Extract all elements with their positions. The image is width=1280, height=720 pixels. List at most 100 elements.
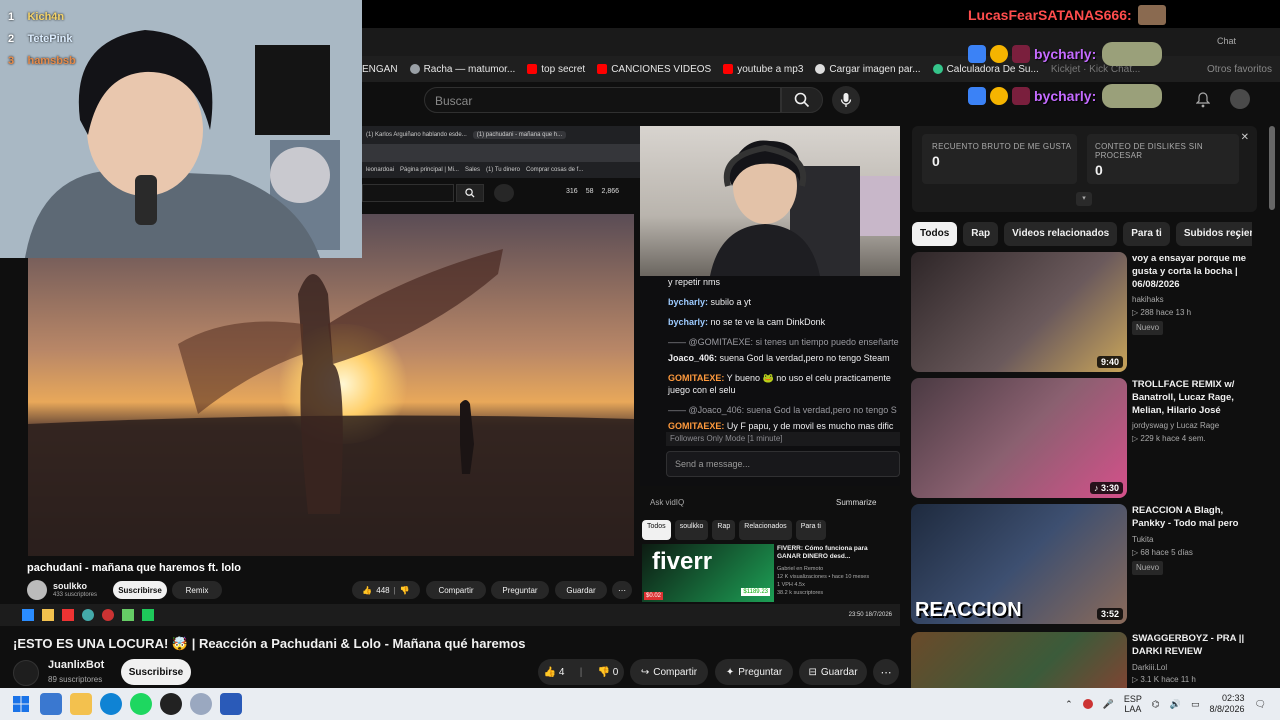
inner-chip[interactable]: Todos [642,520,671,540]
chip-for-you[interactable]: Para ti [1123,222,1170,246]
inner-bookmark[interactable]: Página principal | Mi... [400,167,459,173]
app-icon[interactable] [220,693,242,715]
bookmark-3[interactable]: CANCIONES VIDEOS [597,64,711,75]
app-icon[interactable] [62,609,74,621]
tray-app-icon[interactable] [1082,699,1093,709]
chevron-up-icon[interactable]: ⌃ [1065,699,1073,710]
windows-icon[interactable] [22,609,34,621]
volume-icon[interactable]: 🔊 [1170,699,1181,710]
spotify-icon[interactable] [130,693,152,715]
browser-icon[interactable] [190,693,212,715]
inner-bookmark[interactable]: (1) Tu dinero [486,167,520,173]
related-video[interactable]: ♪ 3:30 TROLLFACE REMIX w/ Banatroll, Luc… [911,378,1271,498]
scrollbar[interactable] [1268,126,1276,686]
related-video[interactable]: REACCION 3:52 REACCION A Blagh, Pankky -… [911,504,1271,624]
video-channel[interactable]: hakihaks [1132,294,1247,306]
chevron-down-icon[interactable]: ▾ [1076,192,1092,206]
bookmark-2[interactable]: top secret [527,64,585,75]
inner-tab-1[interactable]: (1) pachudani - mañana que h... [472,131,567,139]
inner-bookmark[interactable]: Sales [465,167,480,173]
more-actions-button[interactable]: ⋯ [873,659,899,685]
windows-start-icon[interactable] [10,693,32,715]
inner-remix-button[interactable]: Remix [172,581,222,599]
video-thumbnail[interactable] [911,632,1127,688]
obs-icon[interactable] [160,693,182,715]
inner-search-button[interactable] [456,184,484,202]
search-input[interactable]: Buscar [424,87,781,113]
bookmark-5[interactable]: Cargar imagen par... [815,64,921,75]
folder-icon[interactable] [42,609,54,621]
inner-chip[interactable]: soulkko [674,520,709,540]
save-button[interactable]: ⊟ Guardar [799,659,867,685]
ask-button[interactable]: ✦ Preguntar [715,659,793,685]
bookmark-4[interactable]: youtube a mp3 [723,64,803,75]
avatar[interactable] [1230,89,1250,109]
chip-all[interactable]: Todos [912,222,958,246]
video-title[interactable]: TROLLFACE REMIX w/ Banatroll, Lucaz Rage… [1132,378,1247,417]
clock[interactable]: 02:33 8/8/2026 [1210,693,1245,715]
bookmark-1[interactable]: Racha — matumor... [409,64,515,75]
related-video[interactable]: 9:40 voy a ensayar porque me gusta y cor… [911,252,1271,372]
video-thumbnail[interactable]: ♪ 3:30 [911,378,1127,498]
inner-channel-avatar[interactable] [27,580,47,600]
inner-subscribe-button[interactable]: Suscribirse [113,581,167,599]
inner-more-button[interactable]: ⋯ [612,581,632,599]
notification-icon[interactable]: 🗨 [1255,699,1266,710]
video-title[interactable]: REACCION A Blagh, Pankky - Todo mal pero [1132,504,1247,530]
video-player[interactable] [28,214,634,556]
mic-tray-icon[interactable]: 🎤 [1103,699,1114,710]
inner-bookmark[interactable]: leonardoai [366,167,394,173]
summarize-button[interactable]: Summarize [836,498,876,507]
chip-rap[interactable]: Rap [963,222,999,246]
inner-bookmark[interactable]: Comprar cosas de f... [526,167,583,173]
video-thumbnail[interactable]: 9:40 [911,252,1127,372]
inner-ask-button[interactable]: Preguntar [491,581,549,599]
chevron-right-icon[interactable]: › [1236,227,1241,243]
dislike-button[interactable]: 👎 0 [598,667,619,678]
task-view-icon[interactable] [40,693,62,715]
inner-chip[interactable]: Para ti [795,520,826,540]
voice-search-button[interactable] [832,86,860,114]
inner-share-button[interactable]: Compartir [426,581,486,599]
subscribe-button[interactable]: Suscribirse [121,659,191,685]
channel-name[interactable]: JuanlixBot [48,659,104,671]
ad-thumbnail[interactable]: fiverr $0.02 $1189.23 [642,544,774,602]
inner-chip[interactable]: Relacionados [739,520,792,540]
bookmark-other-favorites[interactable]: Otros favoritos [1207,64,1272,75]
inner-like-button[interactable]: 👍 448 | 👎 [352,581,420,599]
inner-chip[interactable]: Rap [712,520,736,540]
battery-icon[interactable]: ▭ [1191,699,1200,710]
video-thumbnail[interactable]: REACCION 3:52 [911,504,1127,624]
inner-channel-name[interactable]: soulkko [53,581,87,591]
ask-vidiq-input[interactable]: Ask vidIQ [650,498,684,507]
scrollbar-thumb[interactable] [1269,126,1275,210]
chat-message-input[interactable]: Send a message... [666,451,900,477]
language-indicator[interactable]: ESP LAA [1124,694,1142,714]
file-explorer-icon[interactable] [70,693,92,715]
chat-label[interactable]: Chat [1217,36,1236,46]
notifications-bell-icon[interactable] [1195,92,1211,108]
app-icon[interactable] [122,609,134,621]
video-channel[interactable]: Darkiii.Lol [1132,662,1247,674]
share-button[interactable]: ↪ Compartir [630,659,708,685]
channel-avatar[interactable] [13,660,39,686]
related-video[interactable]: SWAGGERBOYZ - PRA || DARKI REVIEW Darkii… [911,632,1271,688]
app-icon[interactable] [102,609,114,621]
video-channel[interactable]: Tukita [1132,534,1247,546]
search-button[interactable] [781,87,823,113]
app-icon[interactable] [142,609,154,621]
bookmark-0[interactable]: ENGAN [362,64,398,75]
chip-related[interactable]: Videos relacionados [1004,222,1118,246]
like-button[interactable]: 👍 4 [544,667,565,678]
ad-title[interactable]: FIVERR: Cómo funciona para GANAR DINERO … [777,545,873,561]
video-channel[interactable]: jordyswag y Lucaz Rage [1132,420,1247,432]
close-icon[interactable]: ✕ [1241,132,1249,143]
video-title[interactable]: voy a ensayar porque me gusta y corta la… [1132,252,1247,291]
video-title[interactable]: SWAGGERBOYZ - PRA || DARKI REVIEW [1132,632,1247,658]
inner-tab-0[interactable]: (1) Karlos Arguiñano hablando esde... [366,132,467,138]
inner-mic-icon[interactable] [494,184,514,202]
edge-icon[interactable] [100,693,122,715]
wifi-icon[interactable]: ⌬ [1152,699,1160,710]
app-icon[interactable] [82,609,94,621]
inner-save-button[interactable]: Guardar [555,581,607,599]
